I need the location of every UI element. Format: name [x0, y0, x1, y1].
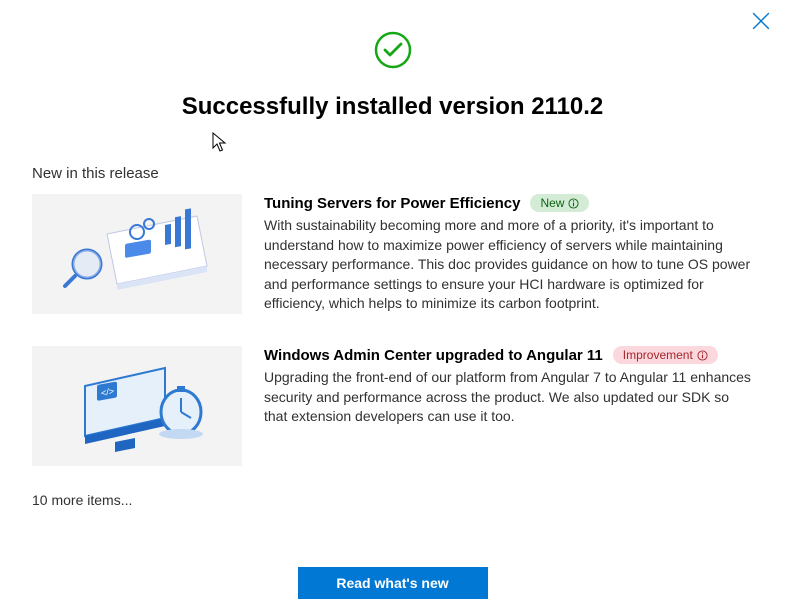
success-check-icon [373, 30, 413, 70]
item-title-row: Tuning Servers for Power Efficiency New [264, 194, 753, 212]
read-whats-new-button[interactable]: Read what's new [298, 567, 488, 599]
section-label: New in this release [32, 165, 753, 182]
release-item: Tuning Servers for Power Efficiency New … [32, 194, 753, 314]
item-title: Windows Admin Center upgraded to Angular… [264, 347, 603, 364]
close-icon [752, 12, 770, 30]
item-thumbnail: </> [32, 346, 242, 466]
badge-label: Improvement [623, 348, 693, 362]
info-icon [697, 350, 708, 361]
new-badge: New [530, 194, 589, 212]
item-body: Tuning Servers for Power Efficiency New … [264, 194, 753, 314]
item-thumbnail [32, 194, 242, 314]
angular-upgrade-illustration-icon: </> [57, 356, 217, 456]
item-description: With sustainability becoming more and mo… [264, 216, 753, 314]
item-description: Upgrading the front-end of our platform … [264, 368, 753, 427]
badge-label: New [540, 196, 564, 210]
info-icon [568, 198, 579, 209]
item-title: Tuning Servers for Power Efficiency [264, 195, 520, 212]
cursor-icon [212, 132, 230, 154]
improvement-badge: Improvement [613, 346, 718, 364]
more-items-link[interactable]: 10 more items... [32, 492, 753, 508]
page-title: Successfully installed version 2110.2 [0, 93, 785, 121]
item-title-row: Windows Admin Center upgraded to Angular… [264, 346, 753, 364]
close-button[interactable] [752, 12, 770, 30]
release-item: </> Windows Admin Center upgraded to Ang… [32, 346, 753, 466]
header: Successfully installed version 2110.2 [0, 0, 785, 121]
content-area: New in this release [0, 165, 785, 508]
server-tuning-illustration-icon [57, 204, 217, 304]
footer: Read what's new [0, 567, 785, 599]
item-body: Windows Admin Center upgraded to Angular… [264, 346, 753, 466]
